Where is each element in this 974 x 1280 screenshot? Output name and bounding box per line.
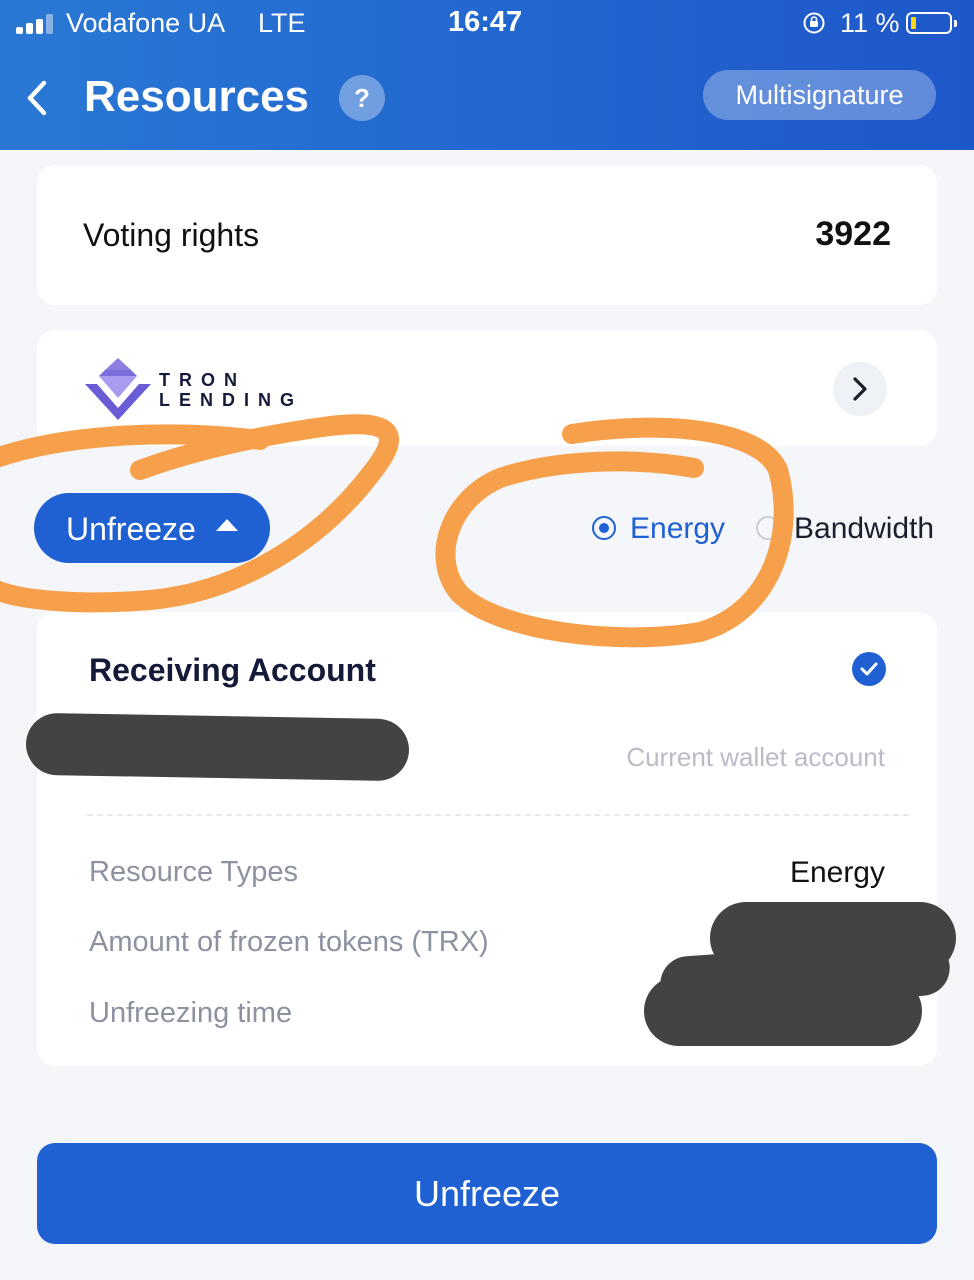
tron-lending-logo — [85, 358, 151, 420]
unfreeze-submit-button[interactable]: Unfreeze — [37, 1143, 937, 1244]
back-icon[interactable] — [22, 78, 52, 118]
resource-types-label: Resource Types — [89, 856, 299, 888]
voting-rights-card: Voting rights 3922 — [37, 165, 937, 305]
unfreeze-mode-label: Unfreeze — [66, 511, 196, 547]
check-icon[interactable] — [852, 652, 886, 686]
radio-bandwidth[interactable]: Bandwidth — [756, 508, 956, 552]
help-icon[interactable]: ? — [339, 75, 385, 121]
tron-lending-wordmark: TRON LENDING — [159, 370, 303, 410]
status-bar: Vodafone UA LTE 16:47 11 % — [0, 0, 974, 48]
unfreeze-mode-toggle[interactable]: Unfreeze — [34, 493, 270, 563]
page-title: Resources — [84, 72, 310, 121]
radio-energy-label: Energy — [630, 512, 726, 545]
frozen-amount-label: Amount of frozen tokens (TRX) — [89, 926, 489, 958]
app-header: Vodafone UA LTE 16:47 11 % Resources ? M… — [0, 0, 974, 150]
caret-up-icon — [216, 519, 238, 531]
network-type: LTE — [258, 8, 306, 38]
current-wallet-hint: Current wallet account — [626, 742, 885, 772]
voting-rights-label: Voting rights — [83, 217, 260, 253]
redacted-address — [25, 712, 410, 782]
resource-types-value: Energy — [789, 856, 885, 889]
wordmark-line-1: TRON — [159, 370, 246, 390]
battery-icon — [906, 12, 957, 34]
tron-lending-card[interactable]: TRON LENDING — [37, 330, 937, 446]
receiving-account-title: Receiving Account — [89, 652, 376, 688]
tron-lending-open-button[interactable] — [833, 362, 887, 416]
unfreezing-time-label: Unfreezing time — [89, 997, 293, 1029]
voting-rights-value: 3922 — [815, 215, 891, 253]
divider — [87, 814, 909, 816]
redacted-time — [644, 976, 922, 1046]
carrier-name: Vodafone UA — [66, 8, 226, 38]
signal-icon — [16, 14, 58, 34]
radio-bandwidth-label: Bandwidth — [794, 512, 935, 545]
radio-energy[interactable]: Energy — [592, 508, 732, 552]
radio-unselected-icon — [756, 516, 780, 540]
clock: 16:47 — [448, 6, 523, 38]
radio-selected-icon — [592, 516, 616, 540]
wordmark-line-2: LENDING — [159, 390, 303, 410]
multisignature-button[interactable]: Multisignature — [703, 70, 936, 120]
chevron-right-icon — [853, 377, 867, 401]
rotation-lock-icon — [803, 12, 825, 34]
battery-percent: 11 % — [840, 8, 900, 38]
nav-bar: Resources ? Multisignature — [0, 60, 974, 140]
